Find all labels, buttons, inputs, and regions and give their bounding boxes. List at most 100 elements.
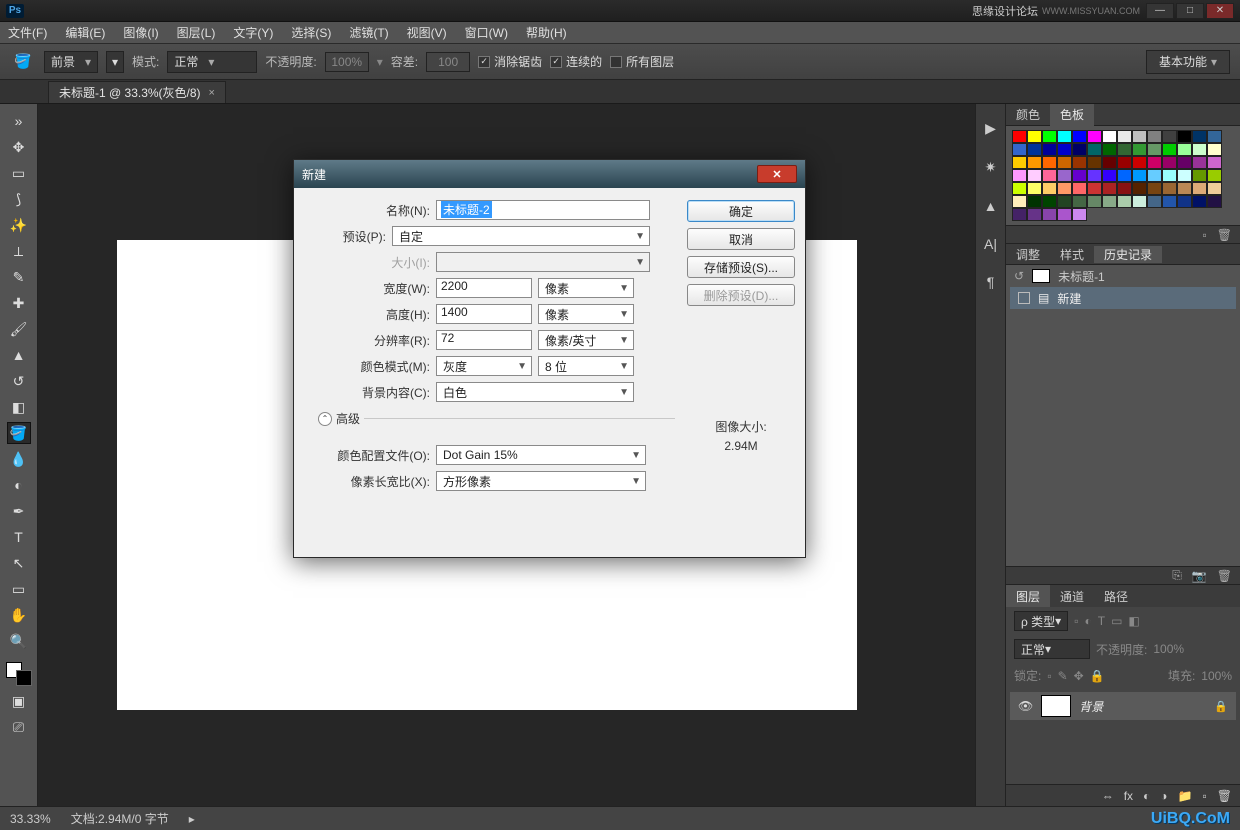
link-icon[interactable]: ⇔ <box>1102 789 1114 803</box>
swatch[interactable] <box>1192 130 1207 143</box>
bucket-tool[interactable]: 🪣 <box>7 422 31 444</box>
swatch[interactable] <box>1162 143 1177 156</box>
swatch[interactable] <box>1147 169 1162 182</box>
menu-layer[interactable]: 图层(L) <box>177 24 216 41</box>
wand-tool[interactable]: ✨ <box>7 214 31 236</box>
swatch[interactable] <box>1027 169 1042 182</box>
lock-move-icon[interactable]: ✥ <box>1074 669 1084 683</box>
preset-select[interactable]: 自定▼ <box>392 226 650 246</box>
swatch[interactable] <box>1027 130 1042 143</box>
move-tool[interactable]: ✥ <box>7 136 31 158</box>
swatch[interactable] <box>1087 182 1102 195</box>
delete-swatch-icon[interactable]: 🗑 <box>1217 228 1232 242</box>
new-layer-icon[interactable]: ▫ <box>1203 789 1207 803</box>
swatch[interactable] <box>1192 156 1207 169</box>
swatch[interactable] <box>1057 195 1072 208</box>
menu-select[interactable]: 选择(S) <box>291 24 331 41</box>
swatch[interactable] <box>1162 169 1177 182</box>
layer-filter-type[interactable]: ρ 类型 ▾ <box>1014 611 1068 631</box>
swatch[interactable] <box>1012 195 1027 208</box>
history-item-new[interactable]: ▤ 新建 <box>1010 287 1236 309</box>
height-unit-select[interactable]: 像素▼ <box>538 304 634 324</box>
screenmode-tool[interactable]: ⎚ <box>7 716 31 738</box>
lasso-tool[interactable]: ⟆ <box>7 188 31 210</box>
swatch[interactable] <box>1027 195 1042 208</box>
swatch[interactable] <box>1012 143 1027 156</box>
zoom-tool[interactable]: 🔍 <box>7 630 31 652</box>
menu-type[interactable]: 文字(Y) <box>233 24 273 41</box>
shape-tool[interactable]: ▭ <box>7 578 31 600</box>
tab-close-icon[interactable]: × <box>209 87 215 99</box>
swatch[interactable] <box>1132 195 1147 208</box>
menu-view[interactable]: 视图(V) <box>407 24 447 41</box>
history-doc-row[interactable]: ↺ 未标题-1 <box>1006 265 1240 287</box>
resolution-unit-select[interactable]: 像素/英寸▼ <box>538 330 634 350</box>
document-tab[interactable]: 未标题-1 @ 33.3%(灰色/8) × <box>48 81 226 103</box>
swatch[interactable] <box>1177 156 1192 169</box>
blend-mode[interactable]: 正常 ▾ <box>1014 639 1090 659</box>
swatch[interactable] <box>1132 169 1147 182</box>
swatch[interactable] <box>1042 156 1057 169</box>
blur-tool[interactable]: 💧 <box>7 448 31 470</box>
brush-tool[interactable]: 🖌 <box>7 318 31 340</box>
swatch[interactable] <box>1132 156 1147 169</box>
eyedropper-tool[interactable]: ✎ <box>7 266 31 288</box>
trash-icon[interactable]: 🗑 <box>1217 789 1232 803</box>
lock-trans-icon[interactable]: ▫ <box>1047 669 1051 683</box>
swatch[interactable] <box>1087 130 1102 143</box>
swatch[interactable] <box>1012 156 1027 169</box>
swatch[interactable] <box>1012 130 1027 143</box>
dodge-tool[interactable]: ◐ <box>7 474 31 496</box>
width-unit-select[interactable]: 像素▼ <box>538 278 634 298</box>
mask-icon[interactable]: ◐ <box>1143 789 1150 803</box>
colormode-select[interactable]: 灰度▼ <box>436 356 532 376</box>
swatches-tab[interactable]: 色板 <box>1050 104 1094 126</box>
history-brush-tool[interactable]: ↺ <box>7 370 31 392</box>
bitdepth-select[interactable]: 8 位▼ <box>538 356 634 376</box>
swatch[interactable] <box>1162 182 1177 195</box>
camera-icon[interactable]: 📷 <box>1192 569 1207 583</box>
swatch[interactable] <box>1027 208 1042 221</box>
swatch[interactable] <box>1102 156 1117 169</box>
layer-background[interactable]: 👁 背景 🔒 <box>1010 692 1236 720</box>
play-icon[interactable]: ▶ <box>985 120 996 137</box>
swatch[interactable] <box>1057 182 1072 195</box>
swatch[interactable] <box>1207 182 1222 195</box>
mode-select[interactable]: 正常 <box>167 51 257 73</box>
swatch[interactable] <box>1012 208 1027 221</box>
type-tool[interactable]: T <box>7 526 31 548</box>
color-swatch[interactable] <box>6 662 32 686</box>
paths-tab[interactable]: 路径 <box>1094 585 1138 607</box>
lock-all-icon[interactable]: 🔒 <box>1090 669 1105 683</box>
color-tab[interactable]: 颜色 <box>1006 104 1050 126</box>
swatch[interactable] <box>1027 143 1042 156</box>
antialias-check[interactable]: ✓消除锯齿 <box>478 53 542 70</box>
swatch[interactable] <box>1072 156 1087 169</box>
swatch[interactable] <box>1117 156 1132 169</box>
filter-img-icon[interactable]: ▫ <box>1074 614 1078 628</box>
swatch[interactable] <box>1087 169 1102 182</box>
folder-icon[interactable]: 📁 <box>1178 789 1193 803</box>
swatch[interactable] <box>1162 130 1177 143</box>
swatch[interactable] <box>1057 169 1072 182</box>
swatch[interactable] <box>1177 182 1192 195</box>
dialog-close-button[interactable]: ✕ <box>757 165 797 183</box>
swatch[interactable] <box>1192 143 1207 156</box>
swatch[interactable] <box>1117 130 1132 143</box>
swatch[interactable] <box>1147 143 1162 156</box>
quickmask-tool[interactable]: ▣ <box>7 690 31 712</box>
styles-tab[interactable]: 样式 <box>1050 246 1094 263</box>
alllayers-check[interactable]: 所有图层 <box>610 53 674 70</box>
swatch[interactable] <box>1177 195 1192 208</box>
swatch[interactable] <box>1162 195 1177 208</box>
swatch[interactable] <box>1087 156 1102 169</box>
profile-select[interactable]: Dot Gain 15%▼ <box>436 445 646 465</box>
swatch[interactable] <box>1177 143 1192 156</box>
hand-tool[interactable]: ✋ <box>7 604 31 626</box>
doc-info[interactable]: 文档:2.94M/0 字节 <box>71 810 169 827</box>
swatch[interactable] <box>1027 156 1042 169</box>
swatch[interactable] <box>1177 169 1192 182</box>
layers-tab[interactable]: 图层 <box>1006 585 1050 607</box>
width-input[interactable]: 2200 <box>436 278 532 298</box>
pattern-picker[interactable]: ▾ <box>106 51 124 73</box>
